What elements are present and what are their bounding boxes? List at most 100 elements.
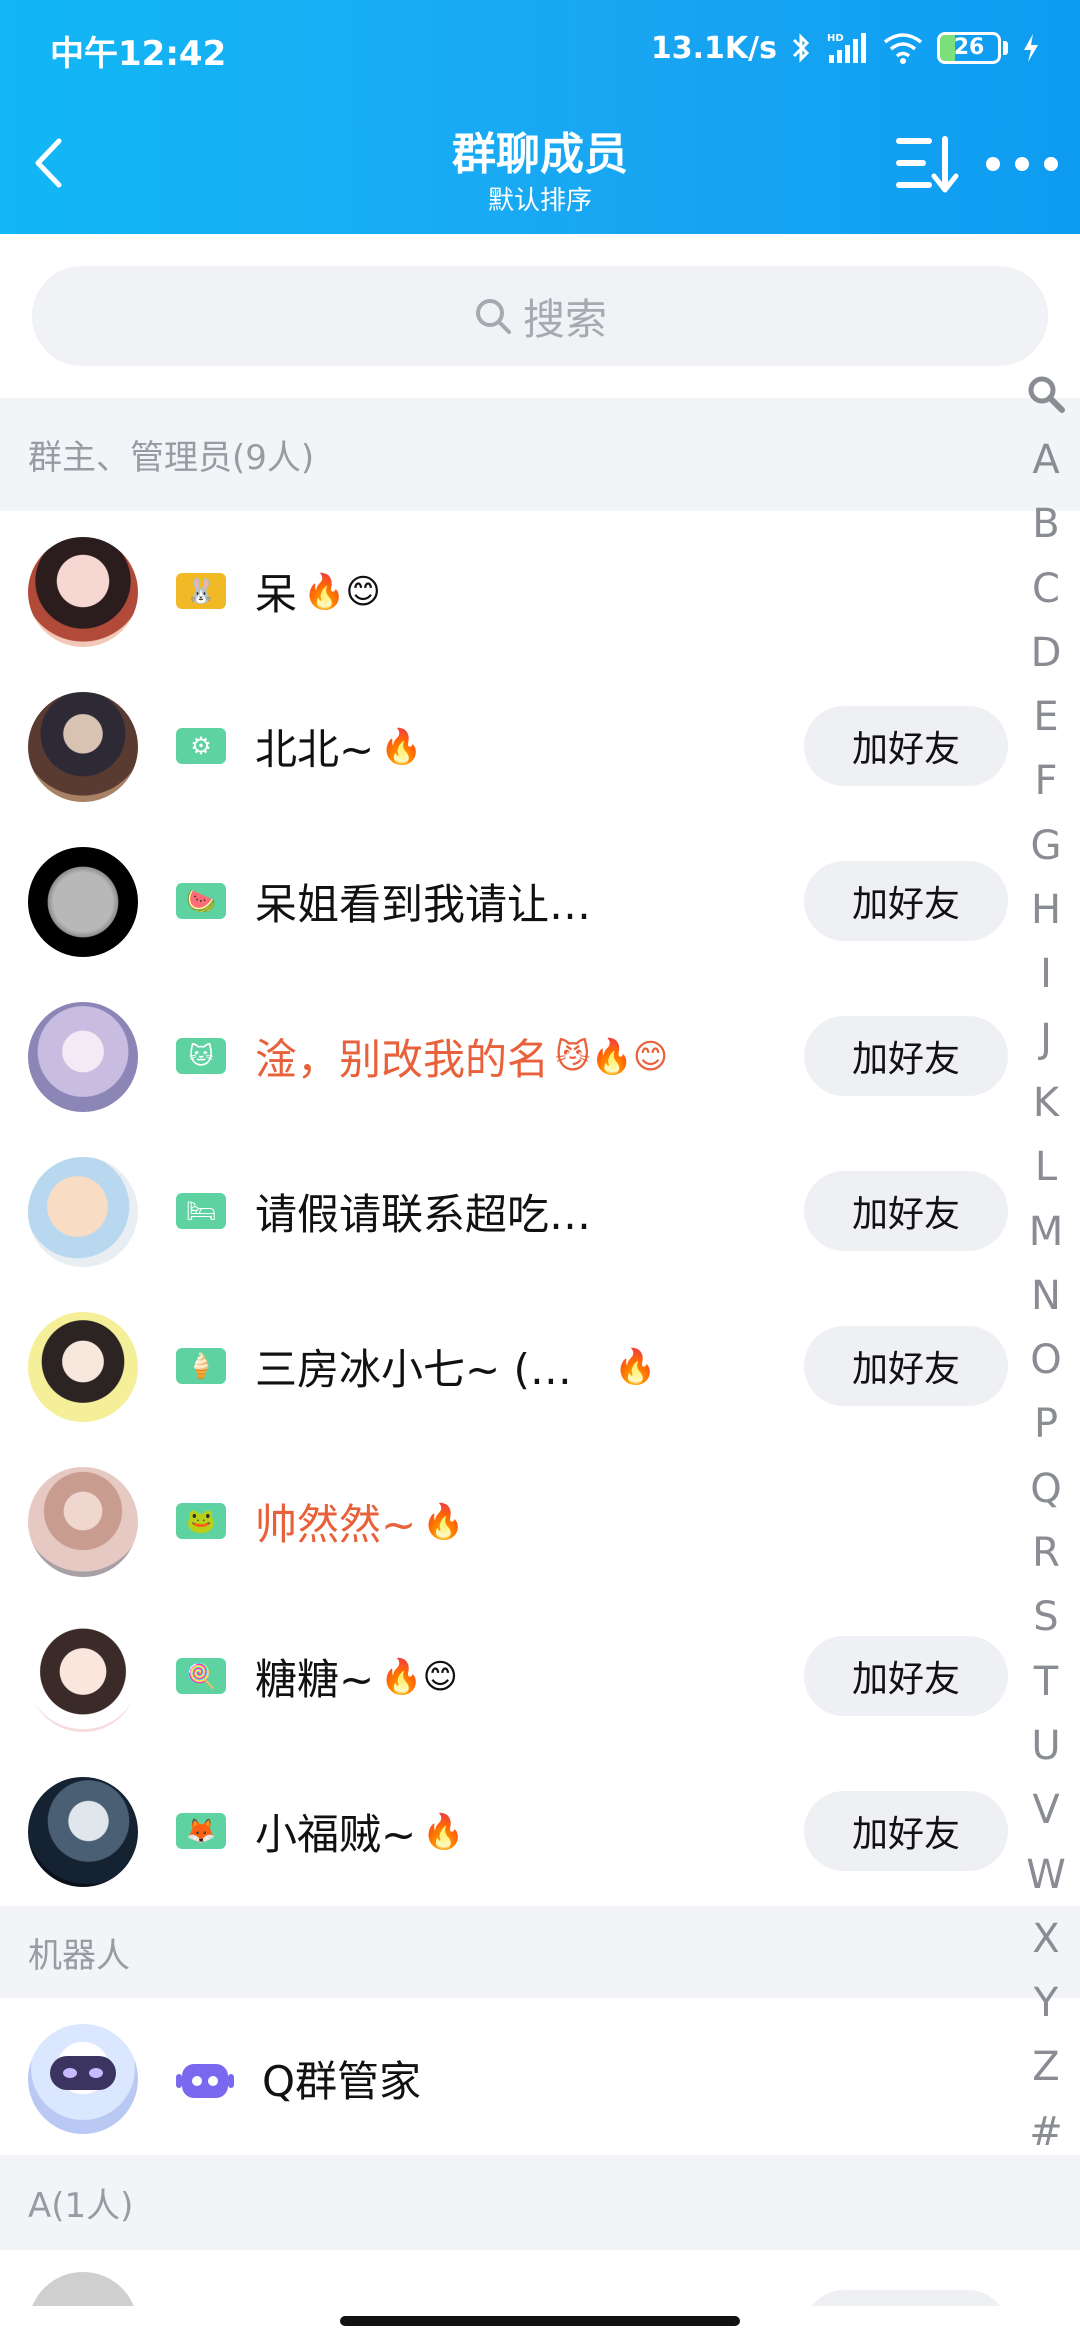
index-letter[interactable]: X: [1018, 1907, 1074, 1971]
member-emoji-badges: 🔥: [380, 726, 423, 767]
member-level-badge: 🍭: [176, 1658, 226, 1694]
index-letter[interactable]: C: [1018, 557, 1074, 621]
index-letter[interactable]: H: [1018, 878, 1074, 942]
index-letter[interactable]: Q: [1018, 1457, 1074, 1521]
section-title: A(1人): [28, 2186, 134, 2226]
home-indicator[interactable]: [340, 2316, 740, 2326]
member-name: 帅然然~ 🔥: [255, 1500, 465, 1549]
member-name: 请假请联系超吃…: [255, 1190, 592, 1239]
member-emoji-badges: 🔥: [422, 1811, 465, 1852]
index-letter[interactable]: E: [1018, 685, 1074, 749]
avatar[interactable]: [28, 1002, 138, 1112]
search-input[interactable]: 搜索: [32, 266, 1048, 366]
index-letter[interactable]: L: [1018, 1135, 1074, 1199]
avatar[interactable]: [28, 1312, 138, 1422]
index-letter[interactable]: S: [1018, 1585, 1074, 1649]
member-row[interactable]: 🐱 淦，别改我的名 😼🔥😊 加好友: [0, 976, 1080, 1131]
member-row[interactable]: 🍉 呆姐看到我请让… 加好友: [0, 821, 1080, 976]
index-letter[interactable]: Y: [1018, 1971, 1074, 2035]
member-emoji-badges: 🔥😊: [303, 571, 381, 612]
index-letter[interactable]: N: [1018, 1264, 1074, 1328]
robot-name: Q群管家: [262, 2057, 422, 2106]
avatar[interactable]: [28, 2272, 138, 2306]
member-emoji-badges: 🔥: [613, 1346, 657, 1387]
sort-button[interactable]: [892, 132, 962, 196]
status-icons: 13.1K/s HD 26: [651, 26, 1040, 70]
add-friend-button[interactable]: 加好友: [804, 1636, 1008, 1716]
member-level-badge: 🐸: [176, 1503, 226, 1539]
charging-icon: [1024, 34, 1038, 62]
more-button[interactable]: [986, 140, 1058, 188]
index-letter[interactable]: R: [1018, 1521, 1074, 1585]
avatar[interactable]: [28, 847, 138, 957]
index-letter[interactable]: O: [1018, 1328, 1074, 1392]
more-dot-icon: [986, 157, 1000, 171]
member-row[interactable]: ⚙ 北北~ 🔥 加好友: [0, 666, 1080, 821]
add-friend-button[interactable]: [804, 2290, 1008, 2306]
avatar[interactable]: [28, 1467, 138, 1577]
robot-avatar[interactable]: [28, 2024, 138, 2134]
index-letter[interactable]: P: [1018, 1392, 1074, 1456]
robot-face-icon: [50, 2056, 116, 2090]
net-speed: 13.1K/s: [650, 30, 777, 66]
member-level-badge: 🍉: [176, 883, 226, 919]
index-letter[interactable]: U: [1018, 1714, 1074, 1778]
member-name: 淦，别改我的名 😼🔥😊: [255, 1035, 669, 1084]
avatar[interactable]: [28, 692, 138, 802]
index-letter[interactable]: W: [1018, 1843, 1074, 1907]
battery-icon: 26: [937, 32, 1008, 64]
index-letter[interactable]: G: [1018, 814, 1074, 878]
index-letter[interactable]: M: [1018, 1200, 1074, 1264]
index-letter[interactable]: J: [1018, 1007, 1074, 1071]
member-level-badge: 🛏: [176, 1193, 226, 1229]
member-level-badge: 🐱: [176, 1038, 226, 1074]
index-letter[interactable]: A: [1018, 428, 1074, 492]
alphabet-index[interactable]: A B C D E F G H I J K L M N O P Q R S T U V W X Y Z #: [1018, 428, 1074, 2164]
member-row[interactable]: 🐸 帅然然~ 🔥: [0, 1441, 1080, 1596]
add-friend-button[interactable]: 加好友: [804, 1791, 1008, 1871]
index-letter[interactable]: V: [1018, 1778, 1074, 1842]
section-title: 机器人: [28, 1935, 130, 1976]
index-letter[interactable]: F: [1018, 749, 1074, 813]
avatar[interactable]: [28, 1157, 138, 1267]
member-level-badge: 🍦: [176, 1348, 226, 1384]
index-letter[interactable]: I: [1018, 942, 1074, 1006]
member-emoji-badges: 🔥: [422, 1501, 465, 1542]
robot-row[interactable]: Q群管家: [0, 1998, 1080, 2155]
add-friend-button[interactable]: 加好友: [804, 1326, 1008, 1406]
index-letter[interactable]: D: [1018, 621, 1074, 685]
index-letter[interactable]: B: [1018, 492, 1074, 556]
member-name: 呆 🔥😊: [255, 570, 381, 619]
add-friend-button[interactable]: 加好友: [804, 1171, 1008, 1251]
member-name: 糖糖~ 🔥😊: [255, 1655, 458, 1704]
section-header-a: A(1人): [0, 2155, 1080, 2250]
wifi-icon: [883, 33, 923, 64]
index-letter[interactable]: T: [1018, 1650, 1074, 1714]
add-friend-button[interactable]: 加好友: [804, 706, 1008, 786]
avatar[interactable]: [28, 1777, 138, 1887]
member-row[interactable]: 🛏 请假请联系超吃… 加好友: [0, 1131, 1080, 1286]
member-row[interactable]: 🐰 呆 🔥😊: [0, 511, 1080, 666]
add-friend-button[interactable]: 加好友: [804, 1016, 1008, 1096]
member-level-badge: 🐰: [176, 573, 226, 609]
index-letter[interactable]: Z: [1018, 2035, 1074, 2099]
bluetooth-icon: [792, 33, 810, 63]
member-row[interactable]: 🦊 小福贼~ 🔥 加好友: [0, 1751, 1080, 1906]
network-label: HD: [827, 33, 844, 44]
section-header-robots: 机器人: [0, 1906, 1080, 1998]
index-letter[interactable]: #: [1018, 2100, 1074, 2164]
index-letter[interactable]: K: [1018, 1071, 1074, 1135]
member-name: 呆姐看到我请让…: [255, 880, 592, 929]
member-level-badge: ⚙: [176, 728, 226, 764]
avatar[interactable]: [28, 1622, 138, 1732]
index-search-icon[interactable]: [1024, 372, 1068, 416]
search-icon: [475, 299, 511, 334]
member-name: 北北~ 🔥: [255, 725, 423, 774]
member-row[interactable]: 🍦 三房冰小七~ (… 🔥 加好友: [0, 1286, 1080, 1441]
search-placeholder: 搜索: [522, 294, 607, 344]
member-row-partial[interactable]: [0, 2250, 1080, 2306]
avatar[interactable]: [28, 537, 138, 647]
add-friend-button[interactable]: 加好友: [804, 861, 1008, 941]
search-area: 搜索: [0, 234, 1080, 398]
member-row[interactable]: 🍭 糖糖~ 🔥😊 加好友: [0, 1596, 1080, 1751]
